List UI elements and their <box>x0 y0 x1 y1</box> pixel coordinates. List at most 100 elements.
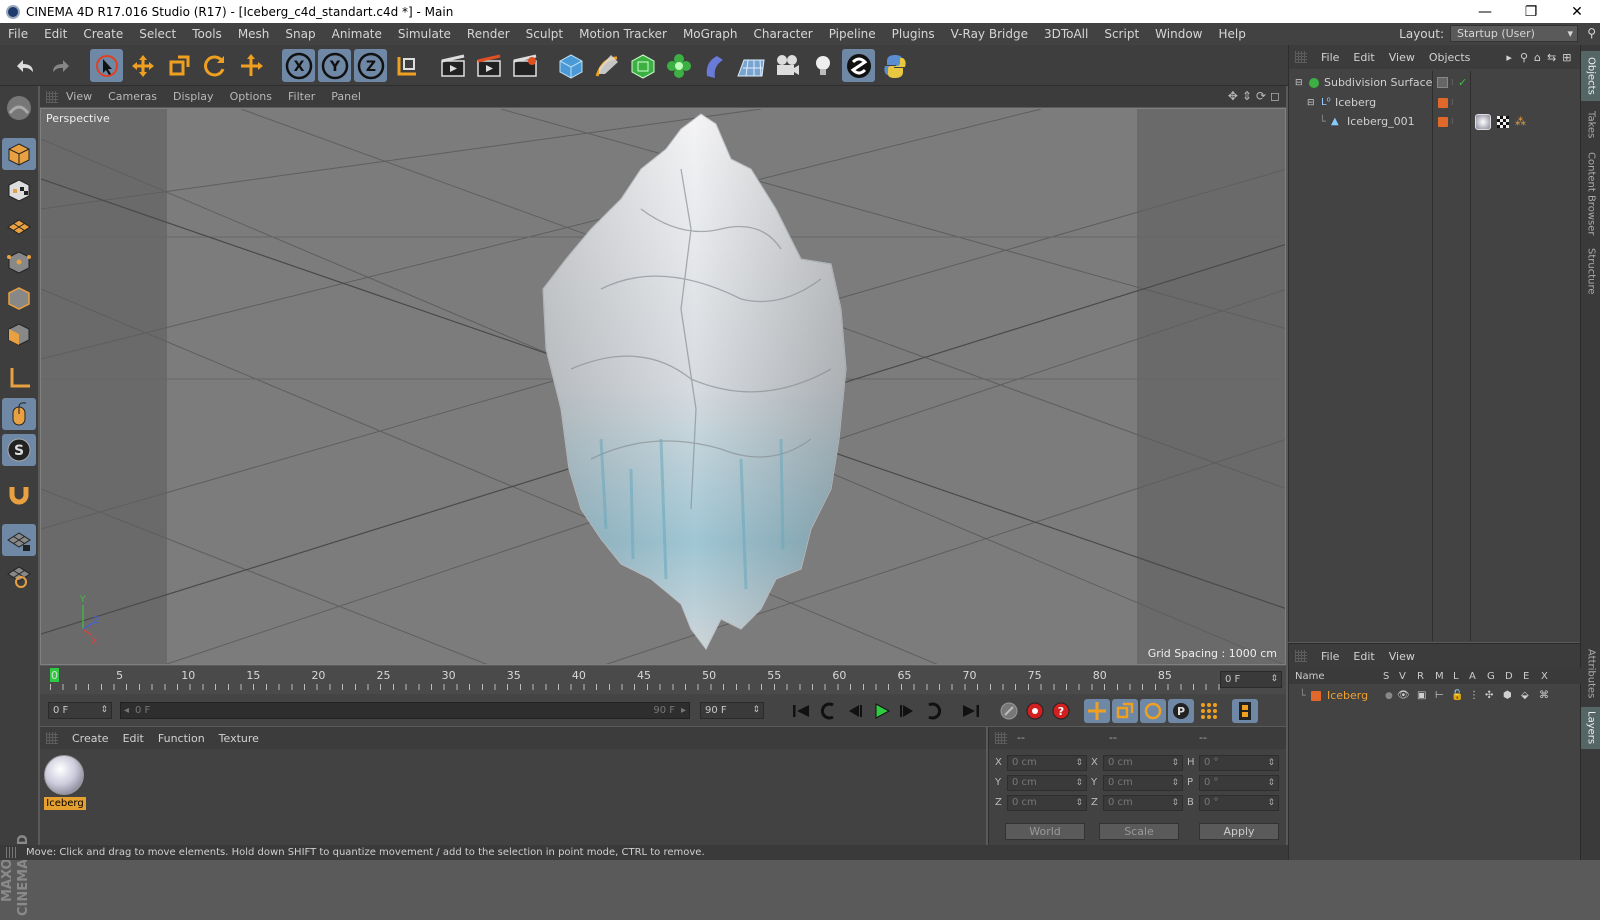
menu-edit[interactable]: Edit <box>36 27 75 41</box>
perspective-viewport[interactable]: Y X Z Perspective Grid Spacing : 1000 cm <box>40 108 1286 665</box>
material-menu-texture[interactable]: Texture <box>219 732 259 745</box>
undo-button[interactable] <box>8 49 41 82</box>
menu-mesh[interactable]: Mesh <box>230 27 278 41</box>
model-mode-button[interactable] <box>2 138 36 170</box>
range-left-arrow-icon[interactable]: ◂ <box>124 703 129 718</box>
cloner-button[interactable] <box>662 49 695 82</box>
motion-record-button[interactable] <box>996 699 1022 723</box>
expression-icon[interactable]: ⬙ <box>1521 690 1529 701</box>
search-icon[interactable]: ⚲ <box>1587 26 1596 40</box>
close-button[interactable]: ✕ <box>1554 0 1600 23</box>
layers-menu-edit[interactable]: Edit <box>1353 650 1374 663</box>
collapse-icon[interactable]: ⊟ <box>1295 78 1303 88</box>
vray-bridge-button[interactable] <box>842 49 875 82</box>
end-frame-field[interactable]: 90 F <box>700 702 764 719</box>
col-deformers[interactable]: D <box>1505 671 1513 682</box>
visibility-dots-icon[interactable]: ⁝ <box>1451 98 1454 107</box>
layer-color-swatch[interactable] <box>1438 97 1448 108</box>
layer-color-swatch[interactable] <box>1311 690 1321 701</box>
polygons-mode-button[interactable] <box>2 318 36 350</box>
timeline-ruler[interactable]: 051015202530354045505560657075808590 0 F <box>40 666 1286 694</box>
tab-layers[interactable]: Layers <box>1581 707 1600 749</box>
viewport-menu-cameras[interactable]: Cameras <box>100 90 157 103</box>
coordinate-system-button[interactable] <box>390 49 423 82</box>
axis-mode-button[interactable] <box>2 362 36 394</box>
tab-takes[interactable]: Takes <box>1581 105 1600 145</box>
animation-film-icon[interactable]: ⋮ <box>1469 690 1479 701</box>
key-scale-button[interactable] <box>1112 699 1138 723</box>
object-row-iceberg-001[interactable]: └ ▲ Iceberg_001 ⁝ ⁂ <box>1289 112 1581 131</box>
go-to-start-button[interactable] <box>788 699 814 723</box>
panel-grip-icon[interactable] <box>1295 650 1307 662</box>
size-x-field[interactable]: 0 cm <box>1103 755 1183 771</box>
cube-object-button[interactable] <box>554 49 587 82</box>
menu-window[interactable]: Window <box>1147 27 1210 41</box>
material-menu-function[interactable]: Function <box>158 732 205 745</box>
menu-plugins[interactable]: Plugins <box>884 27 943 41</box>
minimize-button[interactable]: — <box>1462 0 1508 23</box>
move-tool-button[interactable] <box>126 49 159 82</box>
iceberg-mesh[interactable] <box>542 113 847 650</box>
play-forward-button[interactable] <box>868 699 894 723</box>
col-manager[interactable]: M <box>1435 671 1444 682</box>
autokeying-button[interactable]: ? <box>1048 699 1074 723</box>
render-view-button[interactable] <box>436 49 469 82</box>
start-frame-field[interactable]: 0 F <box>48 702 112 719</box>
z-axis-lock-button[interactable]: Z <box>354 49 387 82</box>
snapping-button[interactable]: S <box>2 434 36 466</box>
menu-sculpt[interactable]: Sculpt <box>518 27 571 41</box>
apply-button[interactable]: Apply <box>1199 823 1279 840</box>
objects-home-icon[interactable]: ⌂ <box>1534 51 1541 64</box>
menu-more-arrow-icon[interactable]: ▸ <box>1506 51 1512 64</box>
tab-objects[interactable]: Objects <box>1581 51 1600 101</box>
key-point-level-button[interactable] <box>1196 699 1222 723</box>
panel-grip-icon[interactable] <box>46 90 58 103</box>
material-tag-icon[interactable] <box>1475 113 1491 130</box>
next-key-button[interactable] <box>920 699 946 723</box>
menu-character[interactable]: Character <box>745 27 820 41</box>
objects-search-icon[interactable]: ⚲ <box>1520 51 1528 64</box>
viewport-orbit-icon[interactable]: ⟳ <box>1256 89 1266 103</box>
viewport-menu-display[interactable]: Display <box>165 90 214 103</box>
visibility-dots-icon[interactable]: ⁝ <box>1451 78 1454 87</box>
previous-key-button[interactable] <box>816 699 842 723</box>
edges-mode-button[interactable] <box>2 282 36 314</box>
panel-grip-icon[interactable] <box>995 732 1007 744</box>
scale-tool-button[interactable] <box>162 49 195 82</box>
menu-render[interactable]: Render <box>459 27 518 41</box>
material-menu-edit[interactable]: Edit <box>123 732 144 745</box>
frame-ruler[interactable]: 051015202530354045505560657075808590 <box>50 666 1237 694</box>
selection-tag-icon[interactable]: ⁂ <box>1515 115 1526 128</box>
panel-grip-icon[interactable] <box>1295 51 1307 63</box>
render-clapper-icon[interactable]: ▣ <box>1417 690 1426 701</box>
deformer-icon[interactable]: ⬢ <box>1503 690 1512 701</box>
menu-3dtoall[interactable]: 3DToAll <box>1036 27 1096 41</box>
viewport-menu-filter[interactable]: Filter <box>280 90 315 103</box>
object-row-subdivision-surface[interactable]: ⊟ Subdivision Surface ⁝ ✓ <box>1289 73 1581 92</box>
tab-structure[interactable]: Structure <box>1581 243 1600 299</box>
material-menu-create[interactable]: Create <box>72 732 109 745</box>
view-eye-icon[interactable]: 👁 <box>1397 690 1410 701</box>
menu-script[interactable]: Script <box>1096 27 1147 41</box>
x-axis-lock-button[interactable]: X <box>282 49 315 82</box>
menu-help[interactable]: Help <box>1210 27 1253 41</box>
points-mode-button[interactable] <box>2 246 36 278</box>
menu-motion-tracker[interactable]: Motion Tracker <box>571 27 675 41</box>
deformer-button[interactable] <box>698 49 731 82</box>
render-settings-button[interactable] <box>508 49 541 82</box>
previous-frame-button[interactable] <box>842 699 868 723</box>
viewport-menu-panel[interactable]: Panel <box>323 90 361 103</box>
menu-file[interactable]: File <box>0 27 36 41</box>
viewport-menu-options[interactable]: Options <box>222 90 272 103</box>
render-picture-viewer-button[interactable] <box>472 49 505 82</box>
floor-object-button[interactable] <box>734 49 767 82</box>
pen-spline-button[interactable] <box>590 49 623 82</box>
pos-z-field[interactable]: 0 cm <box>1007 795 1087 811</box>
menu-create[interactable]: Create <box>75 27 131 41</box>
col-locked[interactable]: L <box>1453 671 1459 682</box>
menu-animate[interactable]: Animate <box>324 27 390 41</box>
size-mode-dropdown[interactable]: Scale <box>1099 823 1179 840</box>
layers-menu-file[interactable]: File <box>1321 650 1339 663</box>
menu-select[interactable]: Select <box>131 27 184 41</box>
sculpt-mode-button[interactable] <box>2 92 36 124</box>
